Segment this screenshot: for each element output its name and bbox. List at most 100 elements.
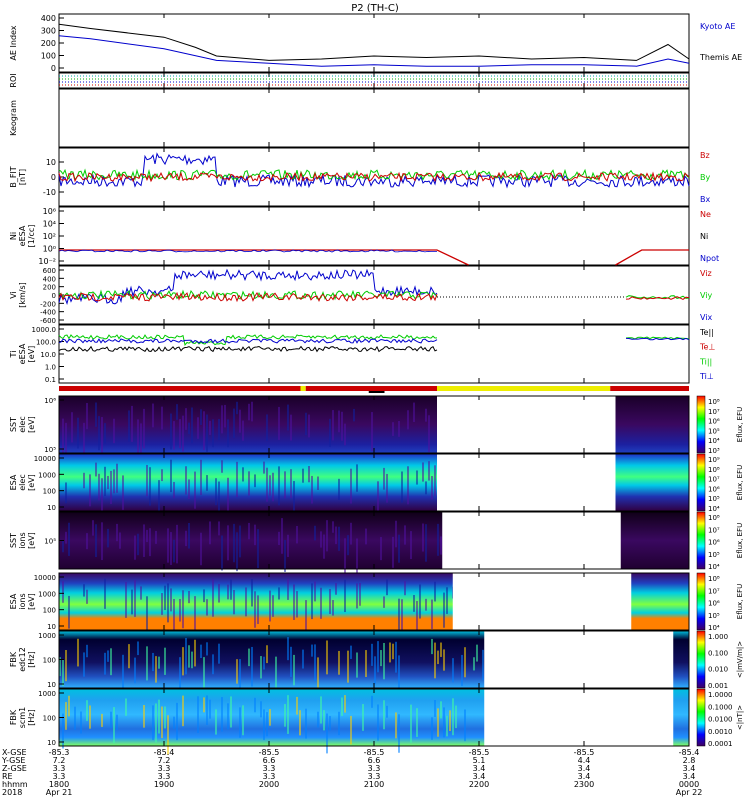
fbk_e-streak <box>158 656 160 669</box>
fbk_b-streak <box>215 709 217 735</box>
colorbar-esa_i <box>696 572 706 631</box>
colorbar-label: Eflux, EFU <box>736 523 744 558</box>
fbk_e-streak <box>236 659 238 684</box>
esa_i-streak <box>227 584 229 600</box>
density-legend: Ni <box>700 232 708 241</box>
colorbar-tick-label: 10⁴ <box>708 437 720 445</box>
fbk_e-streak <box>398 655 400 691</box>
sst_i-streak <box>425 524 427 562</box>
sst_i-streak <box>350 522 352 545</box>
fbk_b-streak <box>446 715 448 737</box>
fbk_b-streak <box>434 700 436 717</box>
velocity-legend: Vix <box>700 313 713 322</box>
esa_e-streak <box>266 467 268 502</box>
esa_e-streak <box>110 470 112 505</box>
bfield-ylabel: [nT] <box>18 169 27 185</box>
esa_e-streak <box>428 461 430 481</box>
sst_e-streak <box>329 418 331 447</box>
fbk_e-streak <box>182 647 184 676</box>
density-ytick-label: 10⁻² <box>38 257 56 266</box>
esa_i-streak <box>173 598 175 635</box>
sst_i-streak <box>281 518 283 554</box>
sst_i-streak <box>314 525 316 541</box>
sst_i-ylabel: [eV] <box>27 532 36 549</box>
fbk_e-ytick-label: 100 <box>43 657 56 665</box>
esa_e-ytick-label: 1000 <box>38 471 56 479</box>
esa_e-streak <box>311 475 313 504</box>
esa_e-streak <box>101 478 103 512</box>
sst_e-streak <box>77 417 79 449</box>
esa_i-streak <box>245 587 247 617</box>
sst_i-streak <box>137 533 139 556</box>
esa_i-streak <box>296 591 298 618</box>
fbk_b-streak <box>341 697 343 716</box>
esa_i-streak <box>86 589 88 604</box>
fbk_b-streak <box>80 711 82 734</box>
colorbar-label: Eflux, EFU <box>736 407 744 442</box>
esa_i-streak <box>62 581 64 603</box>
sst_e-streak <box>407 410 409 430</box>
ae-ytick-label: 400 <box>41 14 56 23</box>
esa_i-streak <box>401 599 403 630</box>
esa_i-streak <box>443 592 445 628</box>
esa_e-streak <box>272 472 274 502</box>
sst_e-streak <box>128 410 130 442</box>
sst_e-streak <box>170 413 172 450</box>
temperature-panel <box>58 324 690 384</box>
esa_e-streak <box>248 471 250 496</box>
sst_e-streak <box>179 419 181 449</box>
fbk_e-streak <box>356 652 358 678</box>
fbk_b-streak <box>239 707 241 738</box>
sst_i-streak <box>155 530 157 544</box>
colorbar-tick-label: 10⁶ <box>708 539 720 547</box>
fbk_e-streak <box>338 650 340 675</box>
esa_e-streak <box>161 469 163 482</box>
fbk_b-streak <box>182 695 184 727</box>
esa_e-streak <box>383 467 385 490</box>
colorbar-tick-label: 1.000 <box>708 633 728 641</box>
esa_i-streak <box>314 581 316 602</box>
colorbar-tick-label: 10⁸ <box>708 575 720 583</box>
colorbar-tick-label: 10⁹ <box>708 456 720 464</box>
sst_e-streak <box>338 410 340 433</box>
sst_i-streak <box>323 534 325 559</box>
sst_e-streak <box>224 404 226 428</box>
fbk_e-streak <box>437 650 439 665</box>
fbk_e-streak <box>482 649 484 681</box>
sst_i-streak <box>437 523 439 556</box>
fbk_e-streak <box>326 640 328 675</box>
bfield-ylabel: B_FIT <box>9 166 18 187</box>
fbk_e-streak <box>185 637 187 675</box>
fbk_b-streak <box>173 716 175 729</box>
fbk_b-streak <box>464 709 466 742</box>
sst_i-streak <box>200 532 202 566</box>
fbk_e-streak <box>374 656 376 685</box>
sst_i-ytick-label: 10⁵ <box>44 538 56 546</box>
mode-bar-segment <box>610 386 689 391</box>
sst_e-streak <box>413 402 415 422</box>
density-ylabel: eESA <box>18 225 27 246</box>
fbk_e-streak <box>476 644 478 662</box>
esa_i-streak <box>164 585 166 611</box>
colorbar-tick-label: 10⁶ <box>708 485 720 493</box>
ae-ytick-label: 0 <box>51 64 56 73</box>
fbk_e-streak <box>212 654 214 675</box>
sst_e-streak <box>131 405 133 442</box>
esa_i-streak <box>359 583 361 606</box>
fbk_e-streak <box>434 642 436 679</box>
density-ytick-label: 10⁴ <box>43 220 56 229</box>
esa_e-streak <box>206 475 208 491</box>
esa_i-streak <box>311 583 313 620</box>
fbk_e-streak <box>86 644 88 658</box>
colorbar-tick-label: 10⁵ <box>708 427 720 435</box>
esa_e-streak <box>188 479 190 500</box>
fbk_e-streak <box>260 656 262 679</box>
esa_e-ylabel: ESA <box>9 474 18 490</box>
fbk_b-streak <box>113 707 115 744</box>
fbk_b-streak <box>110 711 112 729</box>
fbk_b-ytick-label: 10 <box>47 739 56 747</box>
sst_e-streak <box>71 412 73 443</box>
fbk_b-streak <box>152 705 154 741</box>
fbk_e-streak <box>311 644 313 657</box>
ephemeris-value: 2300 <box>574 780 594 789</box>
